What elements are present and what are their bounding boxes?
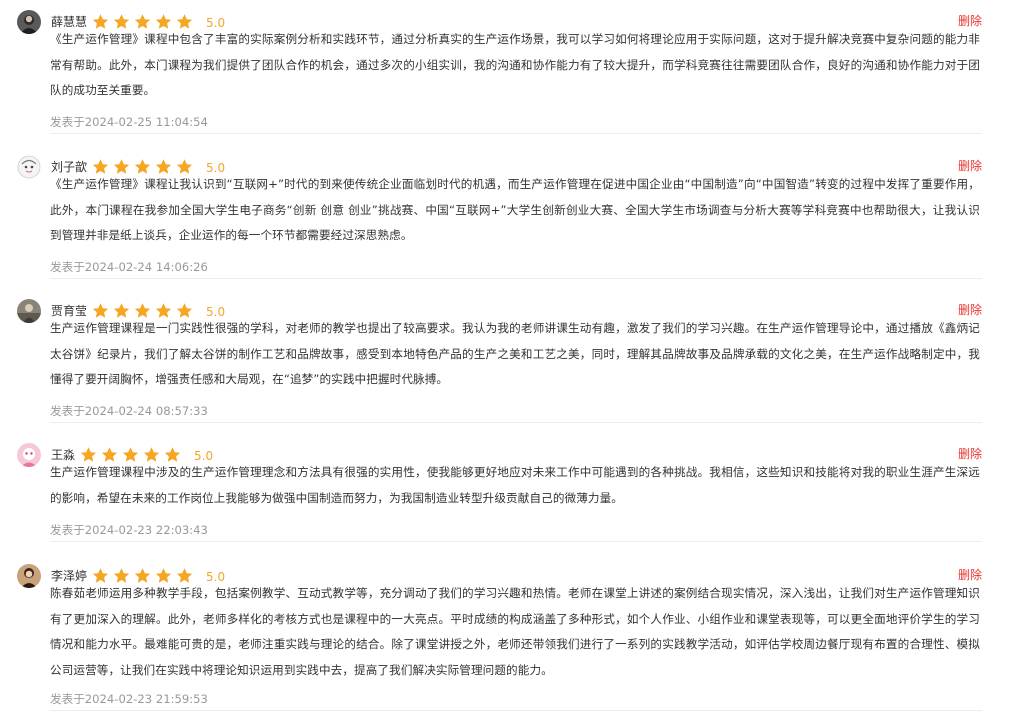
review-content: 生产运作管理课程是一门实践性很强的学科，对老师的教学也提出了较高要求。我认为我的… [50, 321, 980, 387]
review-content: 《生产运作管理》课程中包含了丰富的实际案例分析和实践环节，通过分析真实的生产运作… [50, 32, 980, 98]
brown-avatar-icon [17, 564, 41, 588]
divider [50, 278, 982, 279]
portrait-avatar-icon [17, 10, 41, 34]
post-time: 发表于2024-02-25 11:04:54 [50, 115, 208, 129]
avatar[interactable] [17, 443, 41, 467]
photo-avatar-icon [17, 299, 41, 323]
review-content: 生产运作管理课程中涉及的生产运作管理理念和方法具有很强的实用性，使我能够更好地应… [50, 465, 980, 505]
review-content: 陈春茹老师运用多种教学手段，包括案例教学、互动式教学等，充分调动了我们的学习兴趣… [50, 586, 980, 677]
post-time: 发表于2024-02-24 08:57:33 [50, 404, 208, 418]
post-time: 发表于2024-02-24 14:06:26 [50, 260, 208, 274]
avatar[interactable] [17, 564, 41, 588]
divider [50, 422, 982, 423]
avatar[interactable] [17, 10, 41, 34]
post-time: 发表于2024-02-23 21:59:53 [50, 692, 208, 706]
pink-avatar-icon [17, 443, 41, 467]
divider [50, 710, 982, 711]
post-time: 发表于2024-02-23 22:03:43 [50, 523, 208, 537]
avatar[interactable] [17, 155, 41, 179]
review-content: 《生产运作管理》课程让我认识到“互联网+”时代的到来使传统企业面临划时代的机遇，… [50, 177, 980, 243]
divider [50, 133, 982, 134]
avatar[interactable] [17, 299, 41, 323]
divider [50, 541, 982, 542]
cartoon-avatar-icon [17, 155, 41, 179]
